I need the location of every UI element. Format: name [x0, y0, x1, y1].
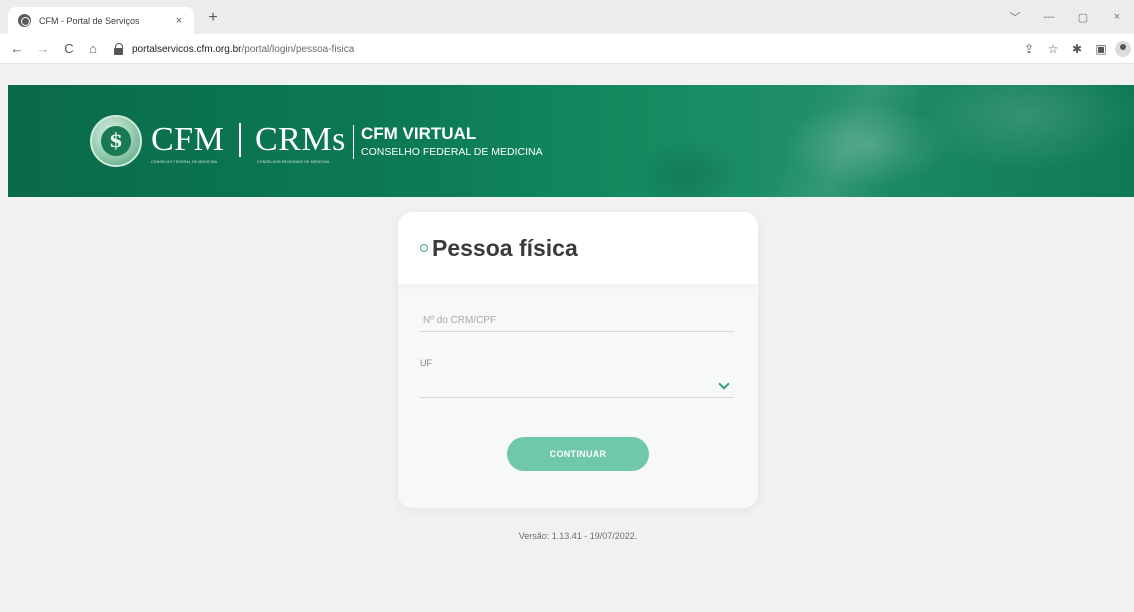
url-text: portalservicos.cfm.org.br/portal/login/p… [132, 44, 354, 55]
page-content: $ CFM CONSELHO FEDERAL DE MEDICINA CRMs … [0, 64, 1134, 612]
brand-crms-subtext: CONSELHOS REGIONAIS DE MEDICINA [257, 160, 330, 164]
lock-icon[interactable] [114, 43, 124, 55]
tab-close-icon[interactable]: × [172, 15, 186, 27]
new-tab-button[interactable]: + [204, 9, 222, 27]
bookmark-star-icon[interactable]: ☆ [1042, 40, 1064, 58]
close-window-button[interactable]: × [1100, 11, 1134, 23]
browser-tabbar: CFM - Portal de Serviços × + ﹀ — ▢ × [0, 0, 1134, 34]
login-card-header: Pessoa física [398, 212, 758, 284]
profile-avatar-icon[interactable] [1115, 41, 1131, 57]
browser-toolbar-icons: ⇪ ☆ ✱ ▣ [1016, 40, 1134, 58]
side-panel-icon[interactable]: ▣ [1090, 40, 1112, 58]
continue-button[interactable]: CONTINUAR [507, 437, 649, 471]
forward-icon[interactable]: → [34, 40, 52, 58]
minimize-button[interactable]: — [1032, 11, 1066, 23]
caduceus-icon: $ [109, 128, 123, 152]
brand-cfm-subtext: CONSELHO FEDERAL DE MEDICINA [151, 160, 218, 164]
site-favicon-icon [18, 14, 31, 27]
tab-title: CFM - Portal de Serviços [39, 15, 140, 26]
window-controls: ﹀ — ▢ × [998, 0, 1134, 34]
title-bullet-icon [420, 244, 428, 252]
uf-label: UF [420, 358, 432, 368]
header-banner: $ CFM CONSELHO FEDERAL DE MEDICINA CRMs … [8, 85, 1134, 197]
browser-tab[interactable]: CFM - Portal de Serviços × [8, 7, 194, 34]
uf-select[interactable] [419, 374, 734, 398]
brand-divider-2 [353, 125, 354, 159]
restore-button[interactable]: ▢ [1066, 11, 1100, 24]
portal-title: CFM VIRTUAL [361, 124, 477, 143]
chevron-down-icon [718, 378, 730, 390]
brand-divider [239, 123, 241, 157]
cfm-emblem-icon: $ [90, 115, 142, 167]
login-card: Pessoa física UF CONTINUAR [398, 212, 758, 508]
extensions-icon[interactable]: ✱ [1066, 40, 1088, 58]
brand-crms-logo: CRMs [255, 121, 346, 158]
address-bar[interactable]: portalservicos.cfm.org.br/portal/login/p… [110, 38, 970, 60]
back-icon[interactable]: ← [8, 40, 26, 58]
url-host: portalservicos.cfm.org.br [132, 43, 242, 55]
home-icon[interactable]: ⌂ [84, 40, 102, 58]
crm-cpf-input[interactable] [419, 310, 734, 332]
portal-subtitle: CONSELHO FEDERAL DE MEDICINA [361, 146, 543, 158]
banner-photo [568, 85, 1134, 197]
url-path: /portal/login/pessoa-fisica [241, 43, 355, 55]
version-text: Versão: 1.13.41 - 19/07/2022. [518, 531, 638, 541]
reload-icon[interactable]: C [60, 40, 78, 58]
brand-cfm-logo: CFM [151, 121, 225, 158]
tab-search-icon[interactable]: ﹀ [998, 9, 1032, 25]
page-title: Pessoa física [432, 235, 578, 261]
browser-toolbar: ← → C ⌂ portalservicos.cfm.org.br/portal… [0, 34, 1134, 64]
share-icon[interactable]: ⇪ [1018, 40, 1040, 58]
